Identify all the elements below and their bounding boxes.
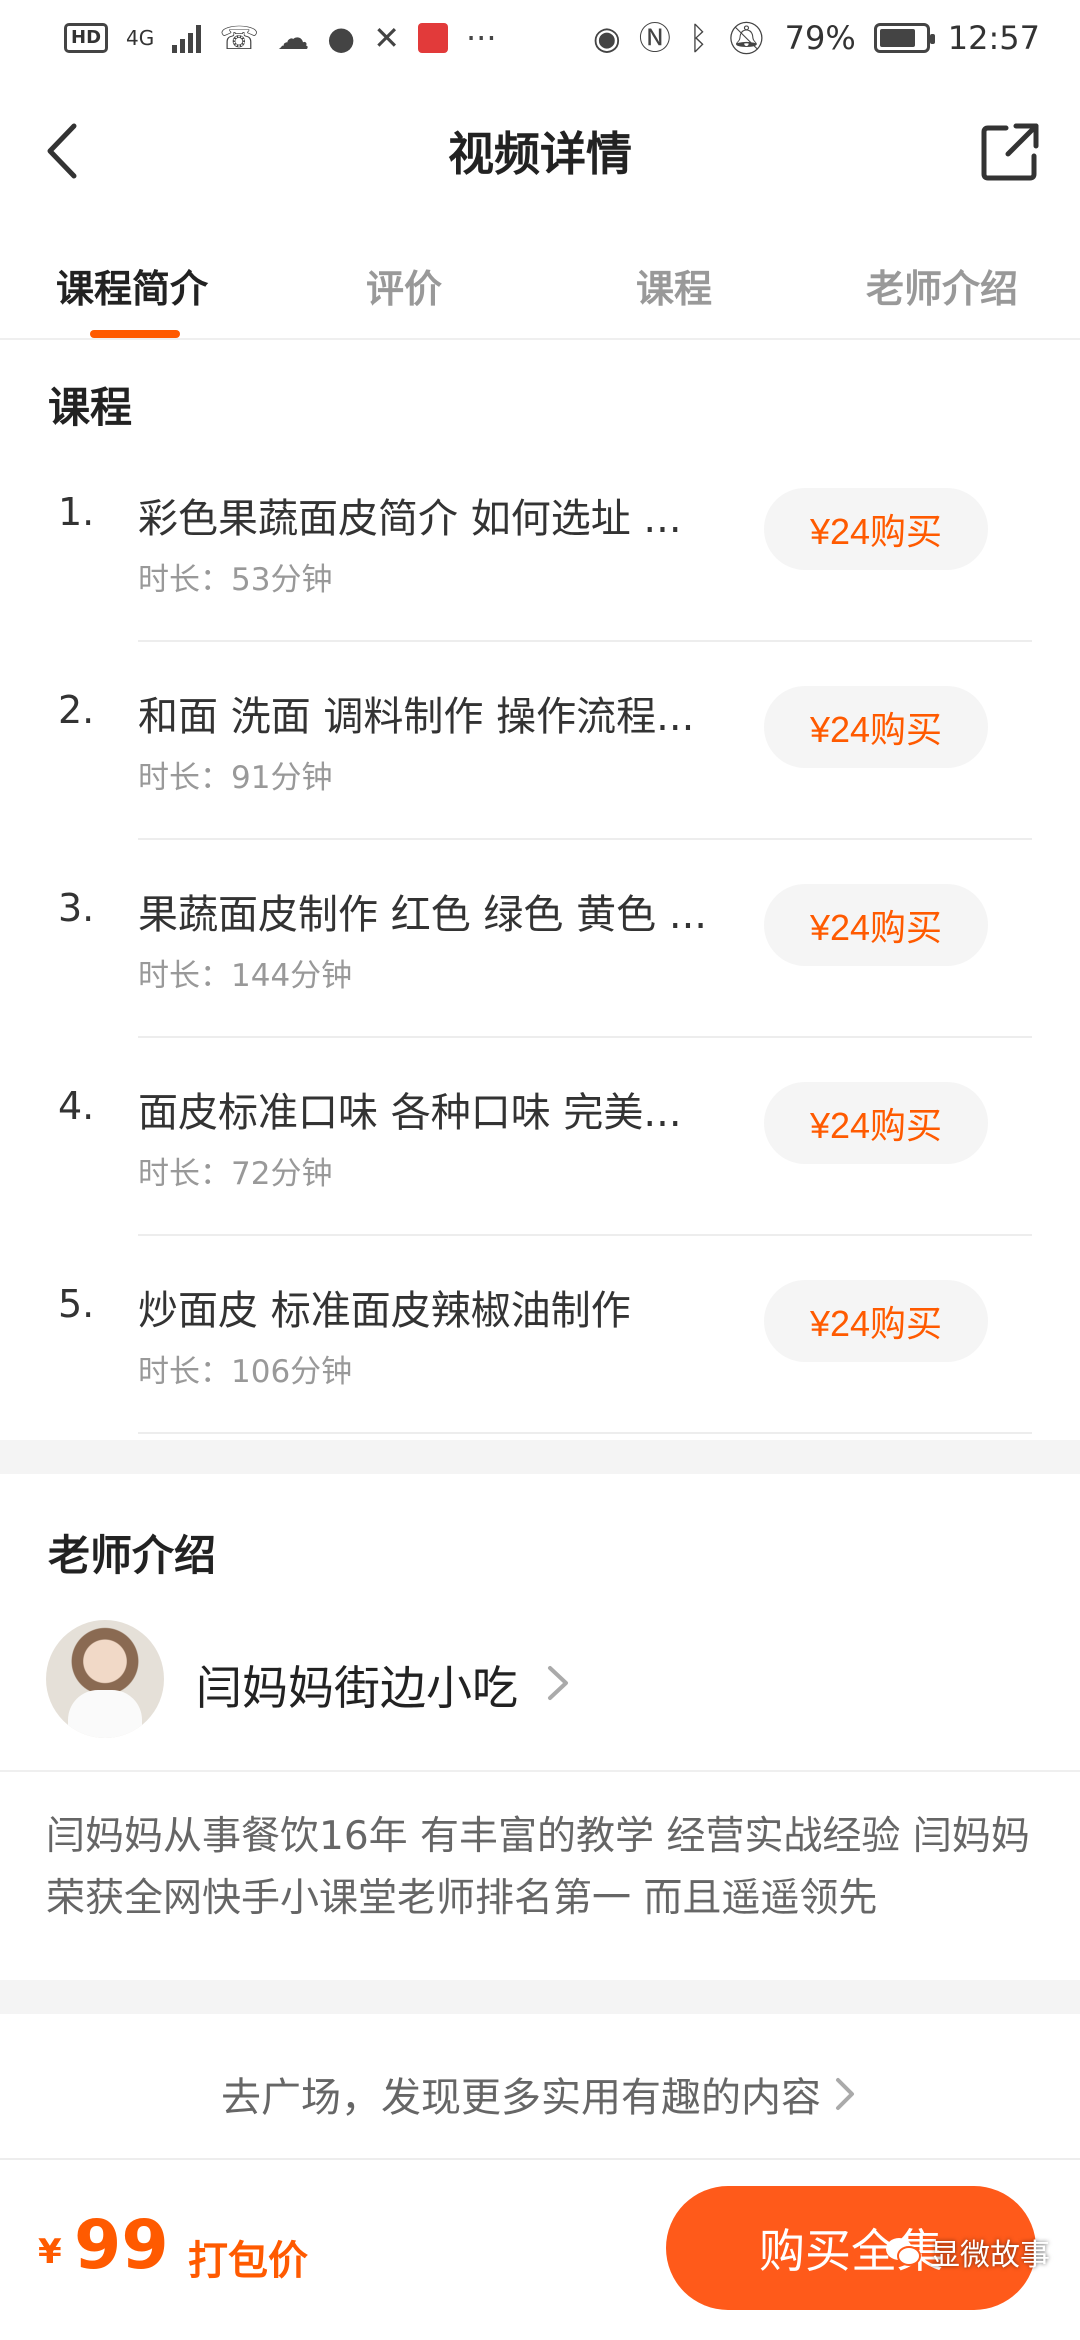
- status-bar-right: ◉ Ⓝ ᛒ 🔕︎ 79% 12:57: [593, 19, 1040, 57]
- eye-icon: ◉: [592, 19, 621, 57]
- avatar-figure: [68, 1690, 142, 1738]
- bundle-price-label: 打包价: [188, 2238, 308, 2284]
- teacher-description: 闫妈妈从事餐饮16年 有丰富的教学 经营实战经验 闫妈妈荣获全网快手小课堂老师排…: [46, 1814, 1030, 1921]
- teacher-avatar[interactable]: [46, 1620, 164, 1738]
- course-number: 4.: [58, 1084, 95, 1128]
- more-icon: ···: [466, 19, 497, 57]
- tab-course-intro[interactable]: 课程简介: [56, 258, 208, 313]
- battery-icon: [873, 23, 935, 53]
- alipay-icon: ✕: [373, 19, 400, 57]
- course-duration: 时长：72分钟: [138, 1156, 333, 1192]
- course-row[interactable]: 5. 炒面皮 标准面皮辣椒油制作 时长：106分钟 ¥24购买: [0, 1236, 1080, 1434]
- watermark: 显微故事: [884, 2230, 1050, 2274]
- buy-course-button[interactable]: ¥24购买: [764, 686, 988, 768]
- tab-teacher[interactable]: 老师介绍: [866, 258, 1018, 313]
- battery-fill: [879, 29, 915, 47]
- course-name: 和面 洗面 调料制作 操作流程...: [138, 694, 695, 740]
- course-section-title: 课程: [48, 383, 133, 432]
- app-header: 视频详情: [0, 76, 1080, 226]
- wechat-icon: [886, 2238, 921, 2266]
- course-name: 炒面皮 标准面皮辣椒油制作: [138, 1288, 631, 1334]
- course-duration: 时长：106分钟: [138, 1354, 353, 1390]
- chevron-left-icon[interactable]: [30, 116, 100, 186]
- missed-call-icon: ☏: [219, 19, 260, 57]
- course-number: 2.: [58, 688, 95, 732]
- tab-reviews[interactable]: 评价: [366, 258, 442, 313]
- network-type: 4G: [126, 26, 155, 50]
- price-currency: ¥: [38, 2232, 62, 2272]
- teacher-name[interactable]: 闫妈妈街边小吃: [196, 1652, 518, 1718]
- status-bar: HD 4G ☏ ☁ ● ✕ ··· ◉ Ⓝ ᛒ 🔕︎ 79% 12:57: [0, 0, 1080, 76]
- course-number: 5.: [58, 1282, 95, 1326]
- chevron-right-icon: [836, 2078, 854, 2110]
- page-title: 视频详情: [448, 127, 632, 181]
- hd-badge: HD: [64, 23, 109, 53]
- buy-course-button[interactable]: ¥24购买: [764, 488, 988, 570]
- course-name: 彩色果蔬面皮简介 如何选址 ...: [138, 496, 682, 542]
- course-duration: 时长：91分钟: [138, 760, 333, 796]
- course-number: 3.: [58, 886, 95, 930]
- divider: [0, 1770, 1080, 1772]
- battery-percent: 79%: [784, 19, 856, 57]
- watermark-text: 显微故事: [930, 2238, 1050, 2273]
- course-row[interactable]: 4. 面皮标准口味 各种口味 完美... 时长：72分钟 ¥24购买: [0, 1038, 1080, 1236]
- divider: [0, 2158, 1080, 2160]
- section-gap: [0, 1440, 1080, 1474]
- course-number: 1.: [58, 490, 95, 534]
- clock: 12:57: [947, 19, 1040, 57]
- course-row[interactable]: 1. 彩色果蔬面皮简介 如何选址 ... 时长：53分钟 ¥24购买: [0, 444, 1080, 642]
- course-row[interactable]: 3. 果蔬面皮制作 红色 绿色 黄色 ... 时长：144分钟 ¥24购买: [0, 840, 1080, 1038]
- tab-bar: 课程简介 评价 课程 老师介绍: [0, 226, 1080, 340]
- course-name: 果蔬面皮制作 红色 绿色 黄色 ...: [138, 892, 708, 938]
- book-app-icon: [418, 23, 448, 53]
- mute-bell-icon: 🔕︎: [726, 19, 767, 57]
- chevron-right-icon[interactable]: [540, 1660, 574, 1706]
- course-row[interactable]: 2. 和面 洗面 调料制作 操作流程... 时长：91分钟 ¥24购买: [0, 642, 1080, 840]
- status-bar-left: HD 4G ☏ ☁ ● ✕ ···: [64, 22, 497, 54]
- bluetooth-icon: ᛒ: [688, 19, 709, 57]
- weather-icon: ☁: [277, 19, 310, 57]
- discover-label: 去广场，发现更多实用有趣的内容: [221, 2075, 821, 2121]
- teacher-section-title: 老师介绍: [48, 1531, 217, 1580]
- course-name: 面皮标准口味 各种口味 完美...: [138, 1090, 682, 1136]
- signal-icon: [172, 23, 202, 53]
- course-duration: 时长：144分钟: [138, 958, 353, 994]
- nfc-icon: Ⓝ: [638, 19, 671, 57]
- buy-course-button[interactable]: ¥24购买: [764, 884, 988, 966]
- divider: [138, 1432, 1032, 1434]
- buy-course-button[interactable]: ¥24购买: [764, 1082, 988, 1164]
- message-icon: ●: [327, 19, 356, 57]
- tab-courses[interactable]: 课程: [636, 258, 712, 313]
- buy-course-button[interactable]: ¥24购买: [764, 1280, 988, 1362]
- share-external-icon[interactable]: [978, 120, 1042, 184]
- discover-link[interactable]: 去广场，发现更多实用有趣的内容: [0, 2034, 1080, 2154]
- tab-active-indicator: [90, 330, 180, 338]
- bundle-price: 99: [74, 2206, 169, 2285]
- section-gap: [0, 1980, 1080, 2014]
- course-duration: 时长：53分钟: [138, 562, 333, 598]
